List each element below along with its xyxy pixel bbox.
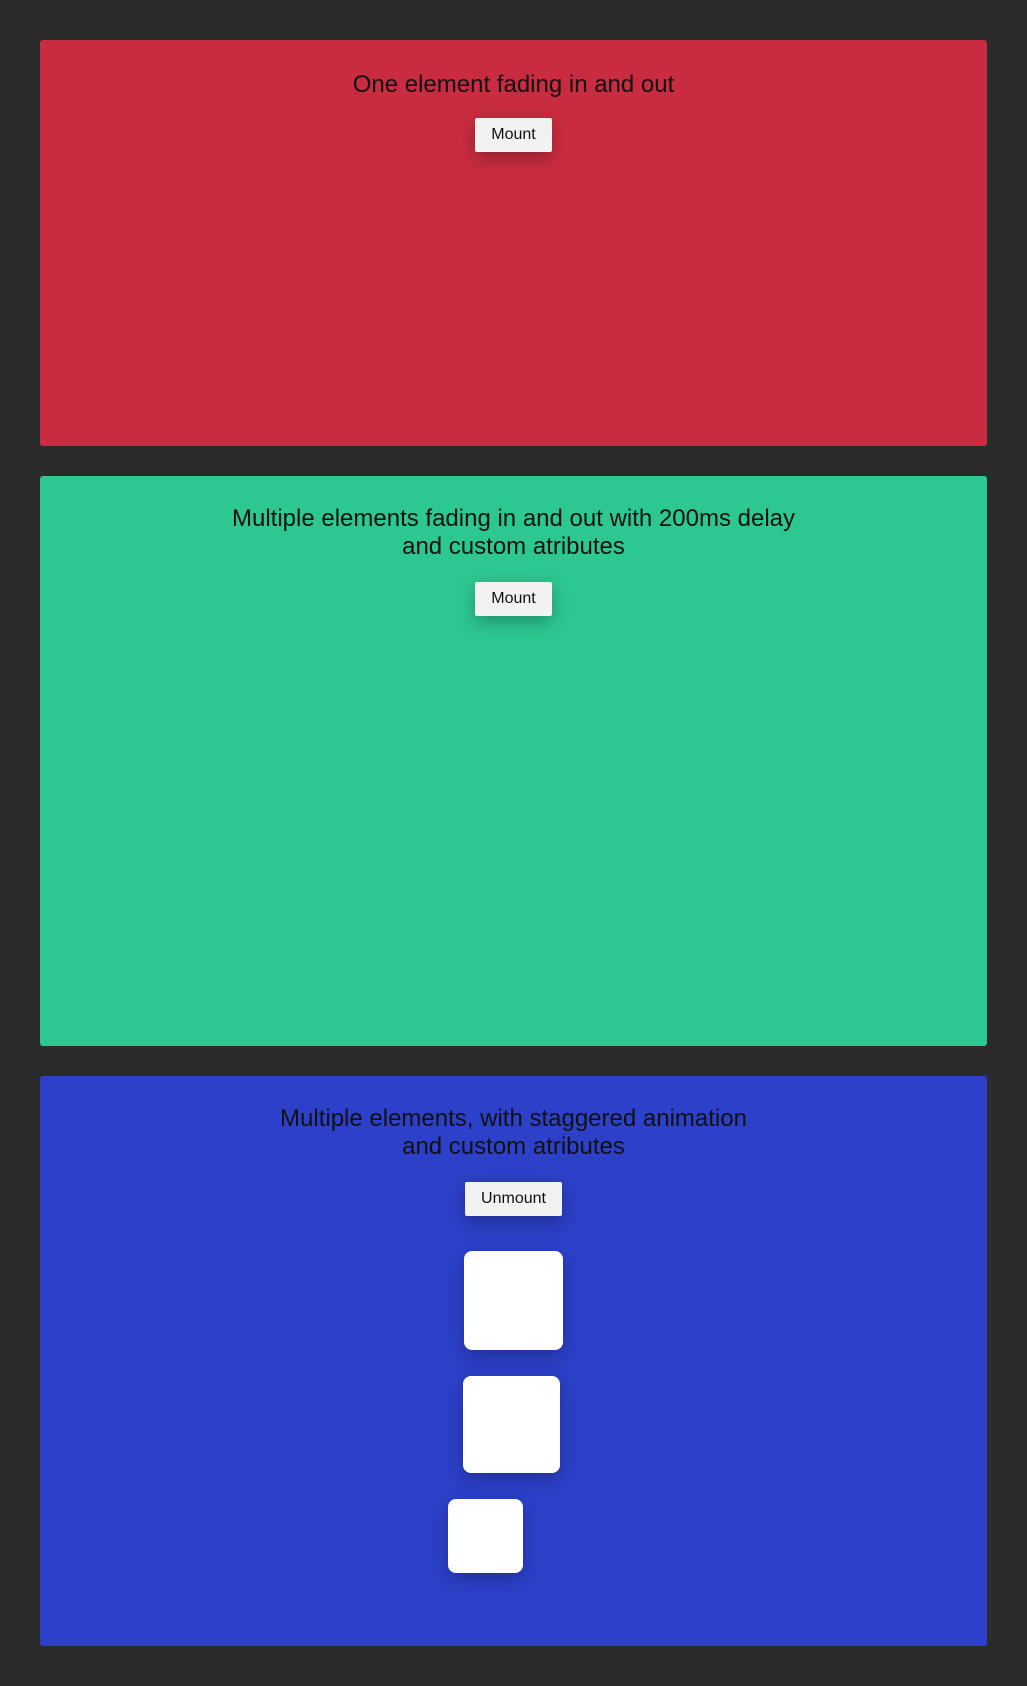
animated-box [464, 1251, 563, 1350]
panel-fade-single: One element fading in and out Mount [40, 40, 987, 446]
panel-staggered: Multiple elements, with staggered animat… [40, 1076, 987, 1646]
panel-title: Multiple elements, with staggered animat… [280, 1105, 747, 1160]
mount-button[interactable]: Mount [475, 118, 552, 152]
panel-title: Multiple elements fading in and out with… [232, 505, 795, 560]
unmount-button[interactable]: Unmount [465, 1182, 562, 1216]
panel-title: One element fading in and out [352, 71, 675, 98]
animated-box [463, 1376, 560, 1473]
animated-box [448, 1499, 523, 1573]
mount-button[interactable]: Mount [475, 582, 552, 616]
panel-fade-multiple: Multiple elements fading in and out with… [40, 476, 987, 1046]
